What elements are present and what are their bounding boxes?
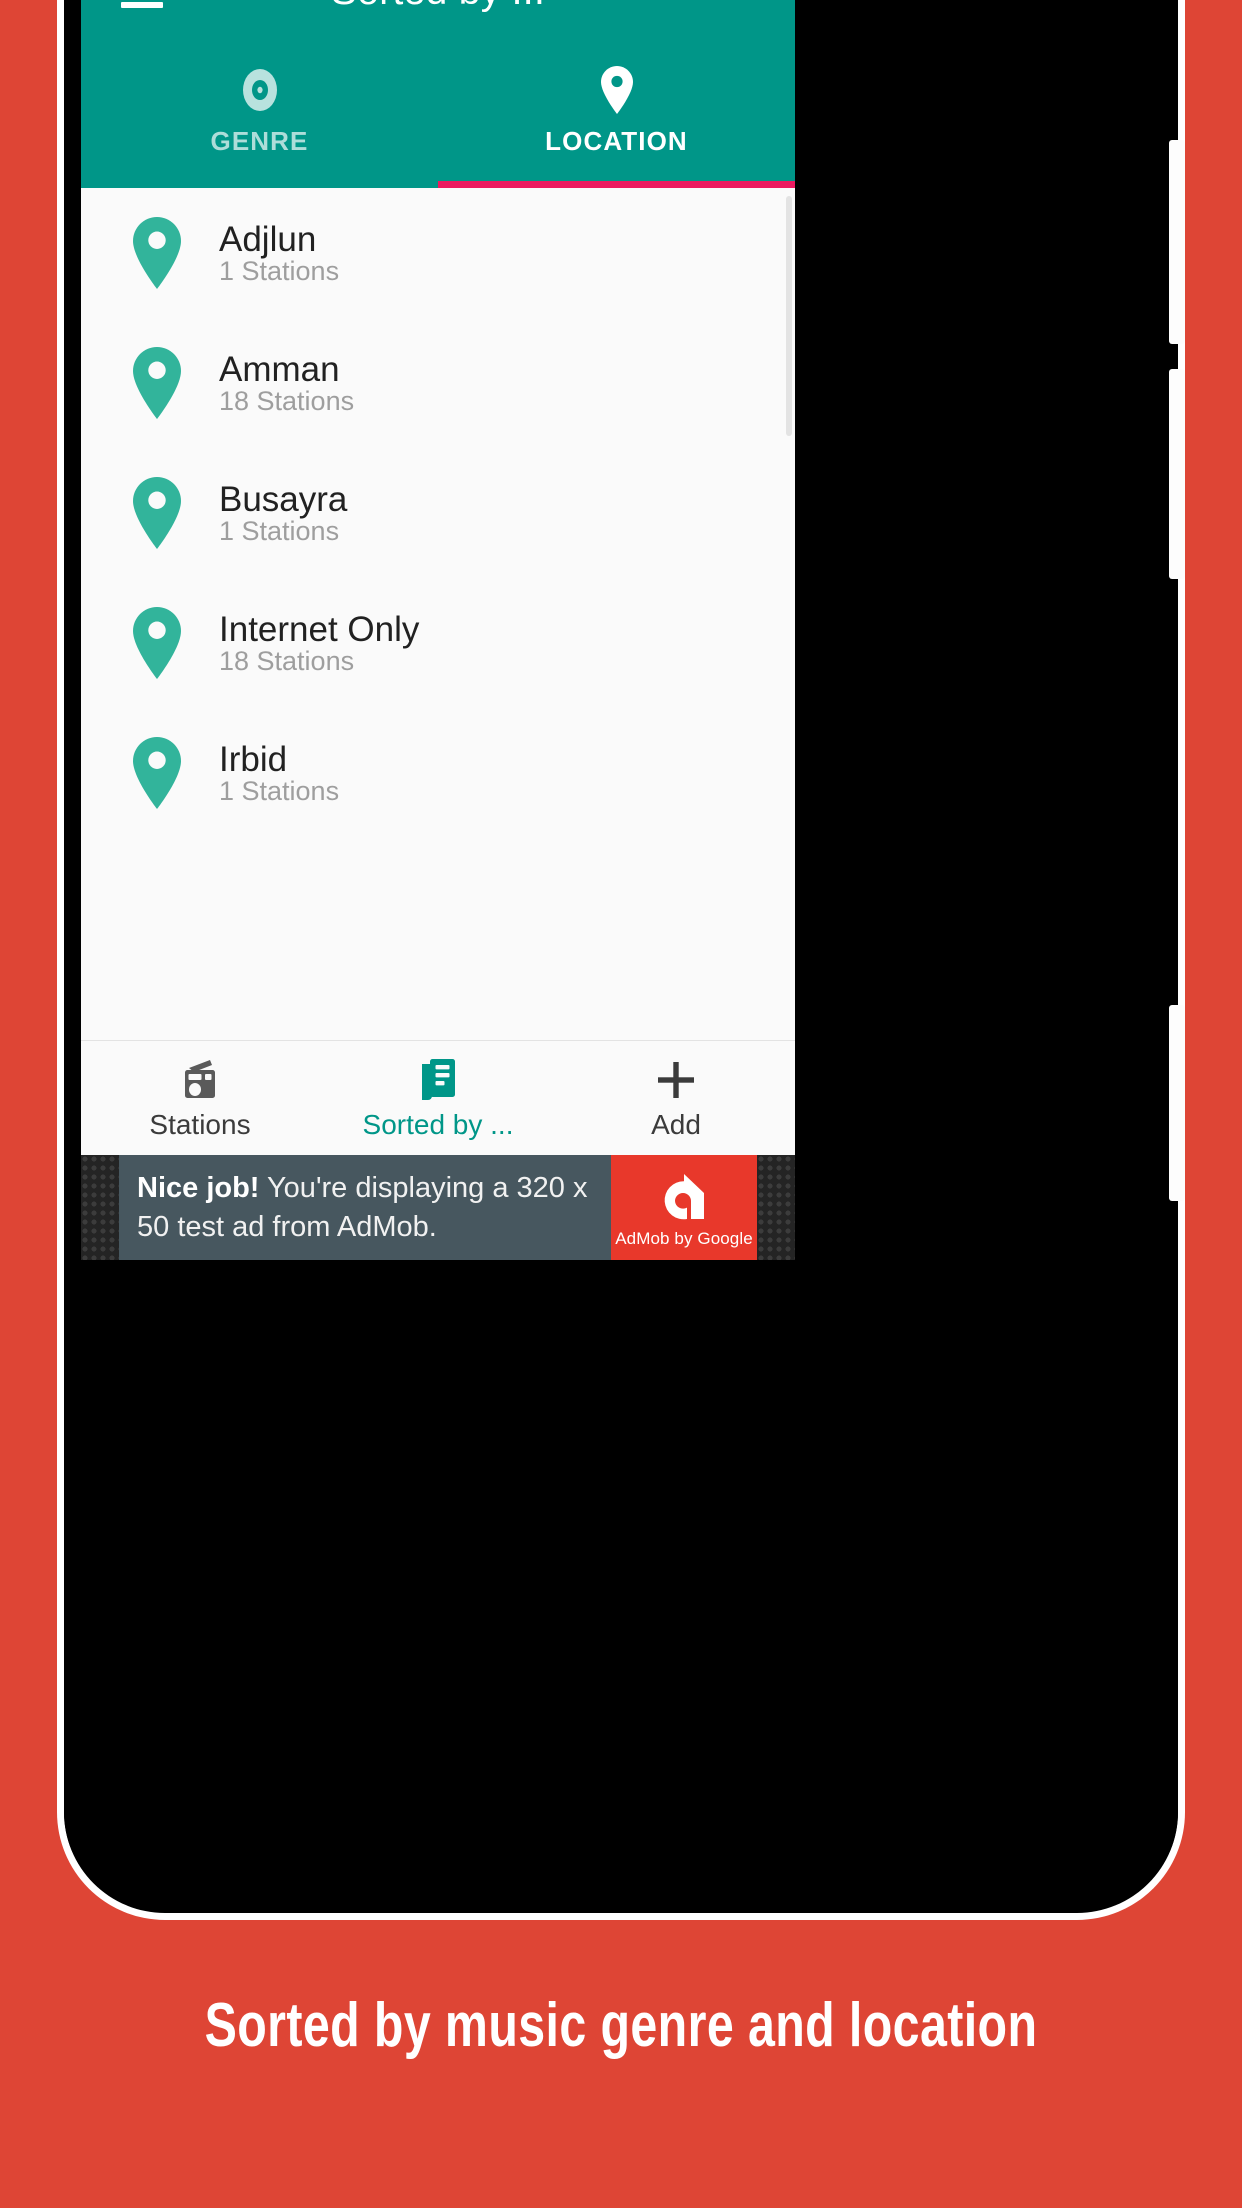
ad-brand-block: AdMob by Google: [611, 1155, 757, 1260]
list-item[interactable]: Irbid 1 Stations: [81, 708, 795, 838]
list-item-subtitle: 1 Stations: [219, 516, 340, 547]
page-title: Sorted by ...: [81, 0, 795, 14]
list-item-text: Irbid 1 Stations: [219, 739, 340, 807]
list-scrollbar[interactable]: [786, 196, 792, 436]
list-item[interactable]: Internet Only 18 Stations: [81, 578, 795, 708]
phone-side-button-power[interactable]: [1169, 1005, 1185, 1201]
admob-logo-icon: [657, 1170, 711, 1224]
ad-texture-left: [81, 1155, 119, 1260]
ad-text: Nice job! You're displaying a 320 x 50 t…: [137, 1169, 593, 1246]
list-item-title: Adjlun: [219, 219, 317, 259]
nav-item-stations[interactable]: Stations: [81, 1057, 319, 1139]
list-item-title: Amman: [219, 349, 340, 389]
list-item[interactable]: Busayra 1 Stations: [81, 448, 795, 578]
screenshot-root: Sorted by ... GENRE: [0, 0, 1242, 2208]
map-pin-icon: [109, 215, 205, 291]
tab-location[interactable]: LOCATION: [438, 30, 795, 188]
nav-item-sorted-by-label: Sorted by ...: [362, 1109, 514, 1140]
ad-texture-right: [757, 1155, 795, 1260]
ad-message: Nice job! You're displaying a 320 x 50 t…: [119, 1155, 611, 1260]
nav-item-stations-label: Stations: [149, 1109, 251, 1140]
disc-record-icon: [240, 64, 280, 116]
radio-icon: [177, 1057, 223, 1103]
list-item-subtitle: 18 Stations: [219, 386, 355, 417]
list-item-subtitle: 18 Stations: [219, 646, 355, 677]
map-pin-icon: [109, 345, 205, 421]
ad-headline: Nice job!: [137, 1172, 260, 1205]
list-item-text: Busayra 1 Stations: [219, 479, 348, 547]
tab-genre-label: GENRE: [210, 126, 309, 156]
tab-active-indicator: [438, 181, 795, 188]
map-pin-icon: [109, 475, 205, 551]
list-item[interactable]: Adjlun 1 Stations: [81, 188, 795, 318]
app-bar-top-row: Sorted by ...: [81, 0, 795, 30]
list-item-text: Adjlun 1 Stations: [219, 219, 340, 287]
list-item-subtitle: 1 Stations: [219, 776, 340, 807]
tab-bar: GENRE LOCATION: [81, 30, 795, 188]
map-pin-icon: [109, 605, 205, 681]
list-item-title: Busayra: [219, 479, 348, 519]
list-item-text: Internet Only 18 Stations: [219, 609, 420, 677]
map-pin-icon: [599, 64, 635, 116]
tab-location-label: LOCATION: [545, 126, 688, 156]
plus-icon: [654, 1057, 698, 1103]
nav-item-sorted-by[interactable]: Sorted by ...: [319, 1057, 557, 1139]
phone-side-button-volume-up[interactable]: [1169, 140, 1185, 344]
promo-caption: Sorted by music genre and location: [204, 1991, 1038, 2060]
list-doc-icon: [417, 1057, 459, 1103]
app-bar: Sorted by ... GENRE: [81, 0, 795, 188]
phone-side-button-volume-down[interactable]: [1169, 369, 1185, 579]
app-screen: Sorted by ... GENRE: [81, 0, 795, 1155]
nav-item-add-label: Add: [651, 1109, 701, 1140]
list-item-title: Irbid: [219, 739, 288, 779]
list-item-text: Amman 18 Stations: [219, 349, 355, 417]
map-pin-icon: [109, 735, 205, 811]
list-item-title: Internet Only: [219, 609, 420, 649]
admob-banner-ad[interactable]: Nice job! You're displaying a 320 x 50 t…: [81, 1155, 795, 1260]
nav-item-add[interactable]: Add: [557, 1057, 795, 1139]
bottom-navigation: Stations Sorted by ... Add: [81, 1040, 795, 1155]
list-item-subtitle: 1 Stations: [219, 256, 340, 287]
tab-genre[interactable]: GENRE: [81, 30, 438, 188]
location-list[interactable]: Adjlun 1 Stations Amman 18 Stations Busa…: [81, 188, 795, 1041]
ad-brand-label: AdMob by Google: [615, 1229, 753, 1248]
list-item[interactable]: Amman 18 Stations: [81, 318, 795, 448]
